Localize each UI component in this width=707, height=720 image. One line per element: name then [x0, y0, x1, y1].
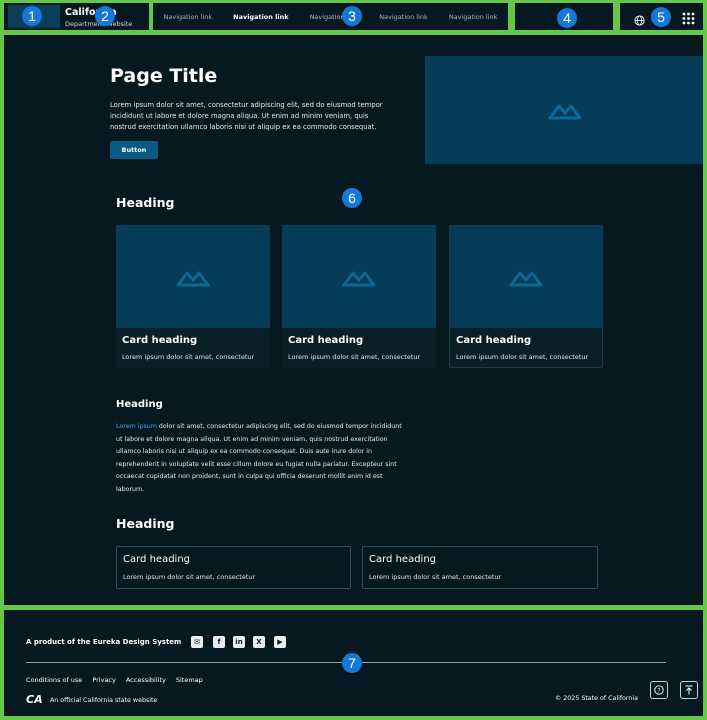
card-image	[282, 225, 436, 328]
image-placeholder-icon	[342, 271, 376, 286]
hero-image	[425, 56, 703, 164]
section2-text: dolor sit amet, consectetur adipiscing e…	[116, 423, 402, 493]
card-heading: Card heading	[288, 335, 364, 346]
card-image	[116, 225, 270, 328]
card-image	[450, 226, 602, 328]
footer-link-accessibility[interactable]: Accessibility	[126, 676, 166, 684]
inline-link[interactable]: Lorem ipsum	[116, 423, 157, 430]
linkedin-icon[interactable]: in	[233, 636, 245, 648]
page-title: Page Title	[110, 65, 218, 87]
image-placeholder-icon	[509, 271, 543, 287]
section1-heading: Heading	[116, 195, 175, 210]
card-text: Lorem ipsum dolor sit amet, consectetur	[456, 353, 589, 361]
card-text: Lorem ipsum dolor sit amet, consectetur	[122, 353, 255, 361]
help-button[interactable]: ?	[650, 681, 668, 699]
footer-product-text: A product of the Eureka Design System	[26, 638, 182, 646]
ca-logo-icon: CA	[26, 693, 43, 706]
nav-link-5[interactable]: Navigation link	[449, 13, 498, 21]
section1-card-2[interactable]: Card heading Lorem ipsum dolor sit amet,…	[282, 225, 436, 368]
section1-card-3[interactable]: Card heading Lorem ipsum dolor sit amet,…	[449, 225, 603, 368]
footer-link-privacy[interactable]: Privacy	[92, 676, 116, 684]
globe-icon[interactable]	[634, 11, 645, 30]
region-badge-1: 1	[22, 6, 42, 26]
x-twitter-icon[interactable]: X	[253, 636, 265, 648]
section2-body: Lorem ipsum dolor sit amet, consectetur …	[116, 421, 406, 496]
svg-text:?: ?	[657, 687, 660, 694]
hero-body: Lorem ipsum dolor sit amet, consectetur …	[110, 101, 383, 131]
card-heading: Card heading	[123, 554, 191, 565]
region-badge-2: 2	[95, 6, 115, 26]
card-text: Lorem ipsum dolor sit amet, consectetur	[123, 573, 256, 581]
card-text: Lorem ipsum dolor sit amet, consectetur	[288, 353, 421, 361]
footer-links: Conditions of use Privacy Accessibility …	[26, 676, 213, 684]
arrow-up-icon	[685, 685, 693, 695]
footer-link-conditions[interactable]: Conditions of use	[26, 676, 82, 684]
section3-heading: Heading	[116, 516, 175, 531]
section2-heading: Heading	[116, 399, 163, 410]
copyright-text: © 2025 State of California	[555, 695, 638, 702]
main-content: Page Title Lorem ipsum dolor sit amet, c…	[4, 35, 703, 605]
image-placeholder-icon	[176, 271, 210, 286]
nav-link-1[interactable]: Navigation link	[164, 13, 213, 21]
region-badge-6: 6	[342, 188, 362, 208]
footer-link-sitemap[interactable]: Sitemap	[176, 676, 203, 684]
help-icon: ?	[654, 685, 664, 695]
image-placeholder-icon	[548, 104, 582, 120]
hero-button[interactable]: Button	[110, 141, 158, 159]
section3-card-2[interactable]: Card heading Lorem ipsum dolor sit amet,…	[362, 546, 598, 589]
region-badge-3: 3	[342, 6, 362, 26]
facebook-icon[interactable]: f	[213, 636, 225, 648]
nav-link-2[interactable]: Navigation link	[233, 13, 288, 21]
back-to-top-button[interactable]	[680, 681, 698, 699]
card-heading: Card heading	[456, 335, 532, 346]
region-badge-7: 7	[342, 653, 362, 673]
section3-card-1[interactable]: Card heading Lorem ipsum dolor sit amet,…	[116, 546, 351, 589]
email-icon[interactable]: ✉	[191, 636, 203, 648]
card-heading: Card heading	[122, 335, 198, 346]
region-badge-5: 5	[651, 7, 671, 27]
region-badge-4: 4	[557, 8, 577, 28]
nav-link-4[interactable]: Navigation link	[379, 13, 428, 21]
youtube-icon[interactable]: ▶	[274, 636, 286, 648]
card-text: Lorem ipsum dolor sit amet, consectetur	[369, 573, 502, 581]
main-navigation: Navigation link Navigation link Navigati…	[153, 3, 508, 30]
app-grid-icon[interactable]	[682, 10, 695, 29]
section1-card-1[interactable]: Card heading Lorem ipsum dolor sit amet,…	[116, 225, 270, 368]
card-heading: Card heading	[369, 554, 437, 565]
official-site-text: An official California state website	[50, 697, 158, 704]
